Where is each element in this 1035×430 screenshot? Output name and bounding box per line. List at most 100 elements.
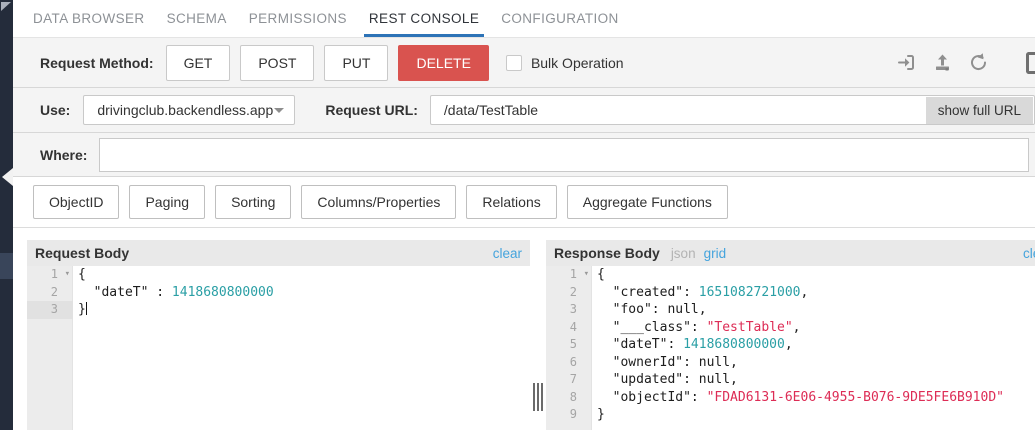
tab-data-browser[interactable]: DATA BROWSER <box>30 0 148 37</box>
code-text: "dateT" : 1418680800000 <box>78 284 274 300</box>
chevron-down-icon <box>274 107 285 113</box>
code-text: "updated": null, <box>597 372 738 387</box>
tab-label: CONFIGURATION <box>501 11 619 26</box>
query-button-paging[interactable]: Paging <box>129 185 206 219</box>
code-line: 3 "foo": null, <box>546 301 1035 319</box>
query-button-aggregate-functions[interactable]: Aggregate Functions <box>566 185 728 219</box>
undo-icon[interactable] <box>968 52 989 73</box>
text-cursor <box>85 302 87 315</box>
query-button-columns-properties[interactable]: Columns/Properties <box>301 185 457 219</box>
code-text: "objectId": "FDAD6131-6E06-4955-B076-9DE… <box>597 389 1004 405</box>
fold-arrow-icon[interactable]: ▾ <box>65 266 70 284</box>
request-method-row: Request Method: GET POST PUT DELETE Bulk Op… <box>13 38 1035 88</box>
method-delete-button[interactable]: DELETE <box>398 44 489 81</box>
app-select[interactable]: drivingclub.backendless.app <box>83 95 296 125</box>
request-body-panel: Request Body clear 1 ▾ {2 "dateT" : 141868… <box>27 240 530 430</box>
rest-console-screen: DATA BROWSER SCHEMA PERMISSIONS REST CONSOL… <box>0 0 1035 430</box>
upload-icon[interactable] <box>932 52 953 73</box>
code-text: { <box>78 267 86 282</box>
tab-label: PERMISSIONS <box>248 11 347 26</box>
code-text: } <box>597 407 605 422</box>
code-line: 3} <box>27 301 530 319</box>
bulk-operation-checkbox[interactable] <box>505 54 522 71</box>
code-line: 2 "dateT" : 1418680800000 <box>27 284 530 302</box>
tab-configuration[interactable]: CONFIGURATION <box>498 0 621 37</box>
code-text: "dateT": 1418680800000, <box>597 337 793 352</box>
request-body-editor[interactable]: 1 ▾{2 "dateT" : 1418680800000 3} <box>27 266 530 430</box>
response-mode-json[interactable]: json <box>671 246 696 261</box>
sidebar-collapse-arrow-icon[interactable] <box>2 168 13 186</box>
method-put-button[interactable]: PUT <box>324 44 389 81</box>
method-buttons: GET POST PUT DELETE <box>165 44 489 81</box>
code-line: 4 "___class": "TestTable", <box>546 319 1035 337</box>
code-line: 8 "objectId": "FDAD6131-6E06-4955-B076-9… <box>546 389 1035 407</box>
response-body-panel: Response Body json grid clear 1▾ {2 "crea… <box>546 240 1035 430</box>
collapsed-sidebar[interactable] <box>0 0 13 430</box>
use-label: Use: <box>40 102 71 118</box>
line-number: 5 <box>569 337 577 351</box>
body-panels: Request Body clear 1 ▾ {2 "dateT" : 141868… <box>13 228 1035 430</box>
line-number: 1 ▾ <box>27 266 73 284</box>
fold-arrow-icon[interactable]: ▾ <box>584 266 589 284</box>
response-clear-link[interactable]: clear <box>1023 246 1035 261</box>
line-number: 8 <box>569 389 577 404</box>
method-post-button[interactable]: POST <box>240 44 315 81</box>
where-row: Where: <box>13 133 1035 177</box>
line-number: 7 <box>569 372 577 386</box>
panel-resize-handle[interactable] <box>533 383 543 411</box>
bulk-operation-label: Bulk Operation <box>530 54 624 71</box>
tab-label: SCHEMA <box>166 11 227 26</box>
query-button-relations[interactable]: Relations <box>466 185 557 219</box>
line-number: 9 <box>569 407 577 421</box>
line-number: 3 <box>27 301 73 319</box>
request-body-title: Request Body <box>35 245 130 261</box>
request-body-header: Request Body clear <box>27 240 530 266</box>
query-button-sorting[interactable]: Sorting <box>215 185 292 219</box>
line-number: 2 <box>50 284 58 299</box>
tab-label: DATA BROWSER <box>33 11 145 26</box>
response-mode-grid[interactable]: grid <box>704 246 727 261</box>
where-label: Where: <box>40 146 88 163</box>
code-text: "created": 1651082721000, <box>597 284 809 300</box>
code-line: 7 "updated": null, <box>546 371 1035 389</box>
code-line: 5 "dateT": 1418680800000, <box>546 336 1035 354</box>
response-body-editor[interactable]: 1 ▾{2 "created": 1651082721000, 3 "foo": n… <box>546 266 1035 430</box>
tab-schema[interactable]: SCHEMA <box>164 0 230 37</box>
request-method-label: Request Method: <box>40 54 154 71</box>
tab-bar: DATA BROWSER SCHEMA PERMISSIONS REST CONSOL… <box>13 0 1035 38</box>
method-get-button[interactable]: GET <box>165 44 231 81</box>
login-icon[interactable] <box>896 52 917 73</box>
line-number: 1 ▾ <box>546 266 592 284</box>
request-url-label: Request URL: <box>325 102 418 118</box>
use-url-row: Use: drivingclub.backendless.app Request… <box>13 88 1035 133</box>
code-text: } <box>78 302 87 317</box>
line-number: 6 <box>569 354 577 369</box>
code-line: 1 ▾ { <box>546 266 1035 284</box>
tab-rest-console[interactable]: REST CONSOLE <box>363 0 485 37</box>
tab-permissions[interactable]: PERMISSIONS <box>246 0 350 37</box>
code-text: { <box>597 267 605 282</box>
line-number: 2 <box>569 284 577 299</box>
query-button-objectid[interactable]: ObjectID <box>33 185 120 219</box>
code-line: 2 "created": 1651082721000, <box>546 284 1035 302</box>
request-toolbar <box>896 52 989 73</box>
show-full-url-button[interactable]: show full URL <box>925 97 1033 124</box>
code-line: 6 "ownerId": null, <box>546 354 1035 372</box>
sidebar-corner-icon <box>1 2 11 11</box>
request-clear-link[interactable]: clear <box>493 246 522 261</box>
line-number: 3 <box>569 302 577 316</box>
tab-label: REST CONSOLE <box>368 11 480 26</box>
code-text: "___class": "TestTable", <box>597 319 801 335</box>
line-number: 4 <box>569 319 577 334</box>
code-text: "foo": null, <box>597 302 707 317</box>
clipped-toolbar-icon[interactable] <box>1026 52 1035 74</box>
response-body-header: Response Body json grid clear <box>546 240 1035 266</box>
app-select-value: drivingclub.backendless.app <box>97 102 274 118</box>
sidebar-scroll-thumb[interactable] <box>0 253 13 279</box>
response-body-title: Response Body <box>554 245 660 261</box>
code-text: "ownerId": null, <box>597 354 738 370</box>
query-buttons-row: ObjectID Paging Sorting Columns/Properties R… <box>13 177 1035 228</box>
code-line: 9} <box>546 406 1035 424</box>
where-input[interactable] <box>99 137 1029 172</box>
code-line: 1 ▾ { <box>27 266 530 284</box>
